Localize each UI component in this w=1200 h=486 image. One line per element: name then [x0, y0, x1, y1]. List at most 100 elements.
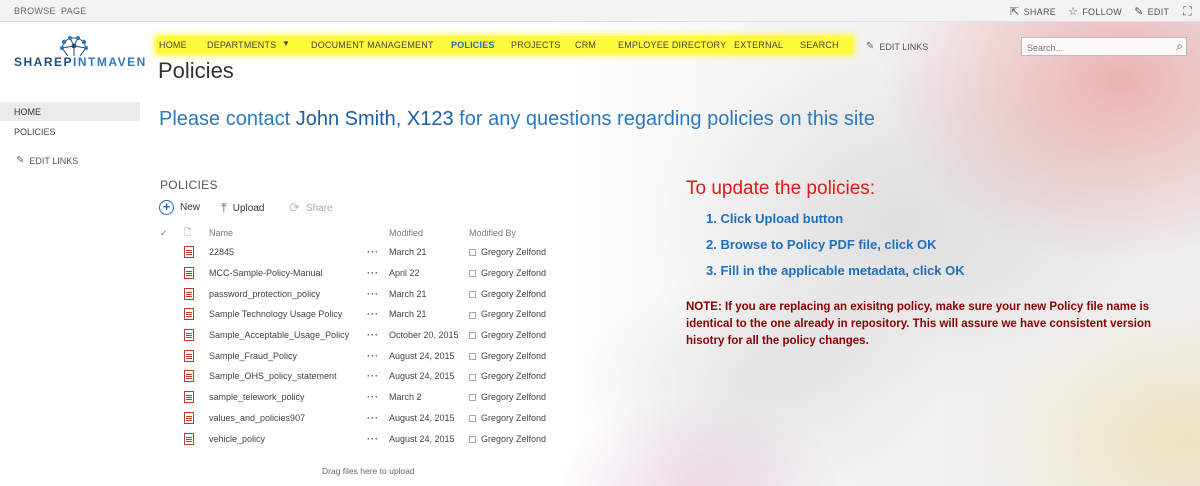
presence-icon: [469, 332, 476, 340]
column-modified[interactable]: Modified: [389, 224, 469, 242]
pencil-icon: ✎: [866, 41, 875, 52]
topnav-search[interactable]: SEARCH: [800, 40, 839, 50]
table-row[interactable]: values_and_policies907 ··· August 24, 2015…: [160, 408, 589, 429]
leftnav-policies[interactable]: POLICIES: [0, 121, 140, 137]
star-icon: ☆: [1068, 6, 1079, 18]
table-row[interactable]: sample_telework_policy ··· March 2 Gregory …: [160, 387, 589, 408]
topnav-policies[interactable]: POLICIES: [451, 40, 495, 50]
focus-mode-icon[interactable]: ⛶: [1183, 4, 1192, 19]
modified-by[interactable]: Gregory Zelfond: [481, 351, 546, 361]
new-button[interactable]: + New: [159, 200, 200, 215]
modified-by[interactable]: Gregory Zelfond: [481, 247, 546, 257]
drag-upload-hint: Drag files here to upload: [322, 466, 415, 476]
modified-by[interactable]: Gregory Zelfond: [481, 392, 546, 402]
column-modified-by[interactable]: Modified By: [469, 224, 589, 242]
share-button[interactable]: ⇱ SHARE: [1010, 5, 1056, 18]
topnav-document-management[interactable]: DOCUMENT MANAGEMENT: [311, 40, 434, 50]
table-row[interactable]: Sample_OHS_policy_statement ··· August 24,…: [160, 366, 589, 387]
modified-by[interactable]: Gregory Zelfond: [481, 371, 546, 381]
pencil-icon: ✎: [16, 155, 25, 166]
modified-date: October 20, 2015: [389, 330, 459, 341]
row-checkbox[interactable]: [160, 263, 184, 284]
topnav-home[interactable]: HOME: [159, 40, 187, 50]
follow-button[interactable]: ☆ FOLLOW: [1068, 5, 1122, 18]
edit-button[interactable]: ✎ EDIT: [1134, 5, 1169, 18]
row-checkbox[interactable]: [160, 345, 184, 366]
document-name[interactable]: Sample_OHS_policy_statement: [209, 366, 367, 387]
document-name[interactable]: Sample Technology Usage Policy: [209, 304, 367, 325]
table-row[interactable]: vehicle_policy ··· August 24, 2015 Gregory …: [160, 428, 589, 449]
search-input[interactable]: [1022, 39, 1162, 57]
table-row[interactable]: MCC-Sample-Policy-Manual ··· April 22 Grego…: [160, 263, 589, 284]
presence-icon: [469, 311, 476, 319]
row-checkbox[interactable]: [160, 408, 184, 429]
search-icon[interactable]: ⌕: [1176, 39, 1183, 54]
document-name[interactable]: values_and_policies907: [209, 408, 367, 429]
document-name[interactable]: password_protection_policy: [209, 283, 367, 304]
document-name[interactable]: Sample_Fraud_Policy: [209, 345, 367, 366]
table-row[interactable]: password_protection_policy ··· March 21 Gre…: [160, 283, 589, 304]
contact-text-before: Please contact: [159, 108, 296, 130]
upload-button[interactable]: ⤒ Upload: [221, 200, 264, 216]
table-row[interactable]: Sample Technology Usage Policy ··· March 2…: [160, 304, 589, 325]
document-name[interactable]: Sample_Acceptable_Usage_Policy: [209, 325, 367, 346]
topnav-crm[interactable]: CRM: [575, 40, 596, 50]
modified-by[interactable]: Gregory Zelfond: [481, 268, 546, 278]
modified-date: March 2: [389, 392, 422, 403]
modified-date: August 24, 2015: [389, 412, 455, 423]
pdf-icon: [184, 287, 194, 300]
modified-by[interactable]: Gregory Zelfond: [481, 434, 546, 444]
leftnav-home[interactable]: HOME: [0, 102, 140, 121]
document-name[interactable]: vehicle_policy: [209, 428, 367, 449]
more-options-icon[interactable]: ···: [367, 304, 389, 325]
more-options-icon[interactable]: ···: [367, 408, 389, 429]
logo-text-a: SHAREP: [14, 55, 74, 69]
leftnav-edit-links[interactable]: ✎ EDIT LINKS: [0, 155, 140, 166]
library-title[interactable]: POLICIES: [160, 178, 218, 192]
row-checkbox[interactable]: [160, 428, 184, 449]
topnav-external[interactable]: EXTERNAL: [734, 40, 783, 50]
more-options-icon[interactable]: ···: [367, 428, 389, 449]
column-name[interactable]: Name: [209, 224, 367, 242]
more-options-icon[interactable]: ···: [367, 345, 389, 366]
presence-icon: [469, 249, 476, 257]
presence-icon: [469, 435, 476, 443]
row-checkbox[interactable]: [160, 242, 184, 263]
document-name[interactable]: 22845: [209, 242, 367, 263]
table-row[interactable]: Sample_Acceptable_Usage_Policy ··· October…: [160, 325, 589, 346]
doc-type-icon: 🗋: [184, 227, 192, 237]
table-row[interactable]: 22845 ··· March 21 Gregory Zelfond: [160, 242, 589, 263]
select-all-checkbox[interactable]: ✓: [160, 224, 184, 242]
more-options-icon[interactable]: ···: [367, 387, 389, 408]
more-options-icon[interactable]: ···: [367, 263, 389, 284]
modified-by[interactable]: Gregory Zelfond: [481, 289, 546, 299]
ribbon-tab-browse[interactable]: BROWSE: [14, 6, 56, 16]
pdf-icon: [184, 246, 194, 259]
document-name[interactable]: MCC-Sample-Policy-Manual: [209, 263, 367, 284]
topnav-departments[interactable]: DEPARTMENTS: [207, 40, 276, 50]
topnav-edit-links[interactable]: ✎ EDIT LINKS: [866, 41, 928, 52]
leftnav-edit-links-label: EDIT LINKS: [29, 155, 79, 166]
contact-text-after: for any questions regarding policies on …: [453, 108, 875, 130]
share-doc-button[interactable]: ⟳ Share: [289, 200, 333, 216]
table-row[interactable]: Sample_Fraud_Policy ··· August 24, 2015 Gre…: [160, 345, 589, 366]
row-checkbox[interactable]: [160, 325, 184, 346]
search-box: ⌕: [1021, 37, 1187, 57]
row-checkbox[interactable]: [160, 387, 184, 408]
row-checkbox[interactable]: [160, 304, 184, 325]
topnav-employee-directory[interactable]: EMPLOYEE DIRECTORY: [618, 40, 726, 50]
more-options-icon[interactable]: ···: [367, 325, 389, 346]
row-checkbox[interactable]: [160, 366, 184, 387]
chevron-down-icon[interactable]: ▼: [282, 39, 290, 48]
topnav-projects[interactable]: PROJECTS: [511, 40, 561, 50]
document-name[interactable]: sample_telework_policy: [209, 387, 367, 408]
upload-icon: ⤒: [221, 200, 227, 215]
modified-by[interactable]: Gregory Zelfond: [481, 309, 546, 319]
modified-by[interactable]: Gregory Zelfond: [481, 330, 546, 340]
modified-by[interactable]: Gregory Zelfond: [481, 413, 546, 423]
more-options-icon[interactable]: ···: [367, 283, 389, 304]
ribbon-tab-page[interactable]: PAGE: [61, 6, 87, 16]
more-options-icon[interactable]: ···: [367, 366, 389, 387]
more-options-icon[interactable]: ···: [367, 242, 389, 263]
row-checkbox[interactable]: [160, 283, 184, 304]
